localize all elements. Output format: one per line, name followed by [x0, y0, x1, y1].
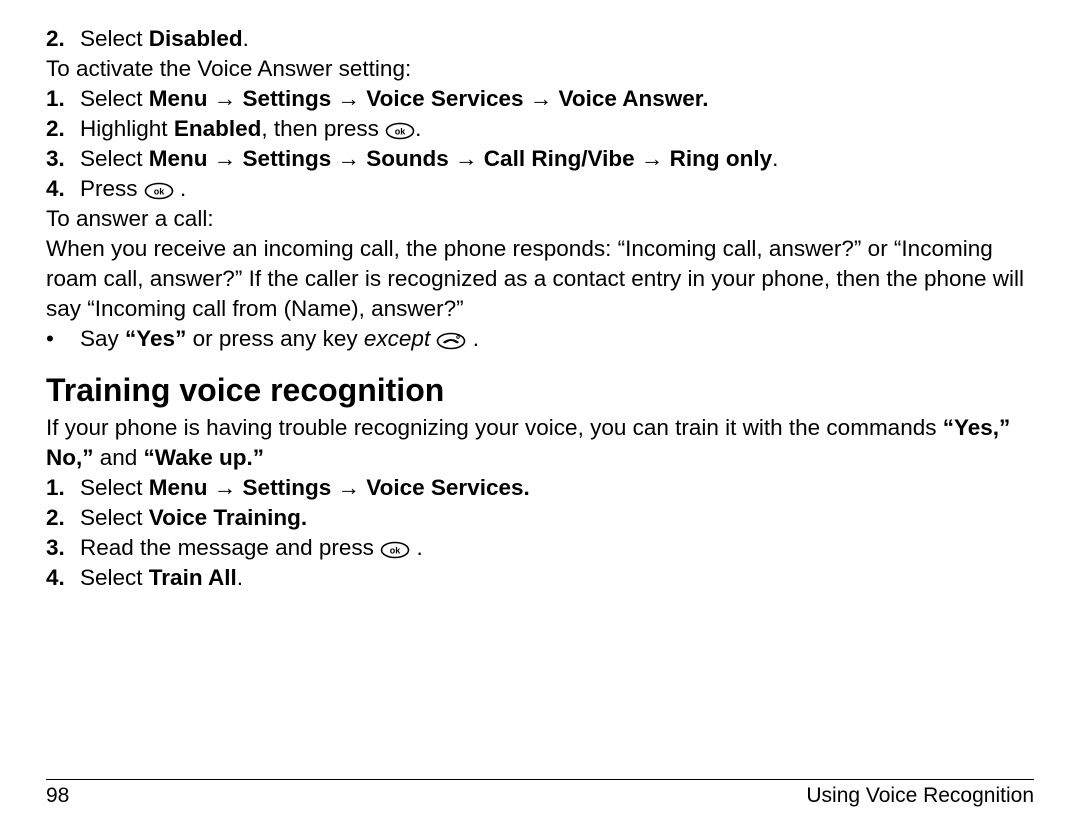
list-number: 2.: [46, 24, 80, 54]
list-item: • Say “Yes” or press any key except .: [46, 324, 1034, 354]
text: Select: [80, 86, 149, 111]
list-item: 1. Select Menu → Settings → Voice Servic…: [46, 84, 1034, 114]
list-text: Select Voice Training.: [80, 503, 1034, 533]
text-bold: Voice Training.: [149, 505, 307, 530]
document-page: 2. Select Disabled. To activate the Voic…: [0, 0, 1080, 834]
text-bold: Menu → Settings → Voice Services → Voice…: [149, 86, 709, 111]
text-bold: Disabled: [149, 26, 243, 51]
list-text: Select Menu → Settings → Sounds → Call R…: [80, 144, 1034, 174]
text: .: [410, 535, 423, 560]
text: Select: [80, 146, 149, 171]
bullet: •: [46, 324, 80, 354]
paragraph: To answer a call:: [46, 204, 1034, 234]
list-item: 2. Select Disabled.: [46, 24, 1034, 54]
text-bold: Menu → Settings → Voice Services.: [149, 475, 530, 500]
text: .: [772, 146, 778, 171]
text: .: [466, 326, 479, 351]
ok-icon: ok: [144, 178, 174, 196]
list-item: 4. Select Train All.: [46, 563, 1034, 593]
text-bold: Enabled: [174, 116, 262, 141]
text: or press any key: [186, 326, 364, 351]
text: Select: [80, 505, 149, 530]
text: .: [174, 176, 187, 201]
text: If your phone is having trouble recogniz…: [46, 415, 943, 440]
paragraph: If your phone is having trouble recogniz…: [46, 413, 1034, 473]
text-bold: Menu → Settings → Sounds → Call Ring/Vib…: [149, 146, 772, 171]
text-bold: “Yes”: [125, 326, 186, 351]
text: , then press: [261, 116, 385, 141]
svg-text:ok: ok: [154, 187, 165, 197]
list-number: 4.: [46, 563, 80, 593]
paragraph: To activate the Voice Answer setting:: [46, 54, 1034, 84]
svg-text:ok: ok: [390, 546, 401, 556]
text: Select: [80, 565, 149, 590]
list-number: 4.: [46, 174, 80, 204]
list-text: Highlight Enabled, then press ok .: [80, 114, 1034, 144]
text: .: [237, 565, 243, 590]
list-item: 2. Select Voice Training.: [46, 503, 1034, 533]
page-footer: 98 Using Voice Recognition: [46, 779, 1034, 808]
list-text: Say “Yes” or press any key except .: [80, 324, 1034, 354]
text: .: [415, 116, 421, 141]
list-text: Press ok .: [80, 174, 1034, 204]
text: Say: [80, 326, 125, 351]
ok-icon: ok: [385, 118, 415, 136]
list-number: 3.: [46, 144, 80, 174]
list-number: 2.: [46, 503, 80, 533]
list-text: Select Disabled.: [80, 24, 1034, 54]
list-text: Read the message and press ok .: [80, 533, 1034, 563]
end-call-icon: [436, 328, 466, 346]
list-number: 1.: [46, 473, 80, 503]
list-item: 3. Read the message and press ok .: [46, 533, 1034, 563]
svg-text:ok: ok: [395, 127, 406, 137]
paragraph: When you receive an incoming call, the p…: [46, 234, 1034, 324]
list-text: Select Menu → Settings → Voice Services.: [80, 473, 1034, 503]
page-number: 98: [46, 784, 69, 808]
list-item: 4. Press ok .: [46, 174, 1034, 204]
list-item: 1. Select Menu → Settings → Voice Servic…: [46, 473, 1034, 503]
text: Press: [80, 176, 144, 201]
text-bold: “Wake up.”: [144, 445, 264, 470]
text-bold: Train All: [149, 565, 237, 590]
list-item: 3. Select Menu → Settings → Sounds → Cal…: [46, 144, 1034, 174]
footer-section-title: Using Voice Recognition: [806, 784, 1034, 808]
list-item: 2. Highlight Enabled, then press ok .: [46, 114, 1034, 144]
list-text: Select Train All.: [80, 563, 1034, 593]
text: Highlight: [80, 116, 174, 141]
text: and: [94, 445, 144, 470]
text: Select: [80, 26, 149, 51]
list-number: 1.: [46, 84, 80, 114]
list-text: Select Menu → Settings → Voice Services …: [80, 84, 1034, 114]
list-number: 3.: [46, 533, 80, 563]
list-number: 2.: [46, 114, 80, 144]
text: Select: [80, 475, 149, 500]
ok-icon: ok: [380, 537, 410, 555]
text: .: [243, 26, 249, 51]
text: Read the message and press: [80, 535, 380, 560]
section-heading: Training voice recognition: [46, 372, 1034, 409]
text-italic: except: [364, 326, 430, 351]
